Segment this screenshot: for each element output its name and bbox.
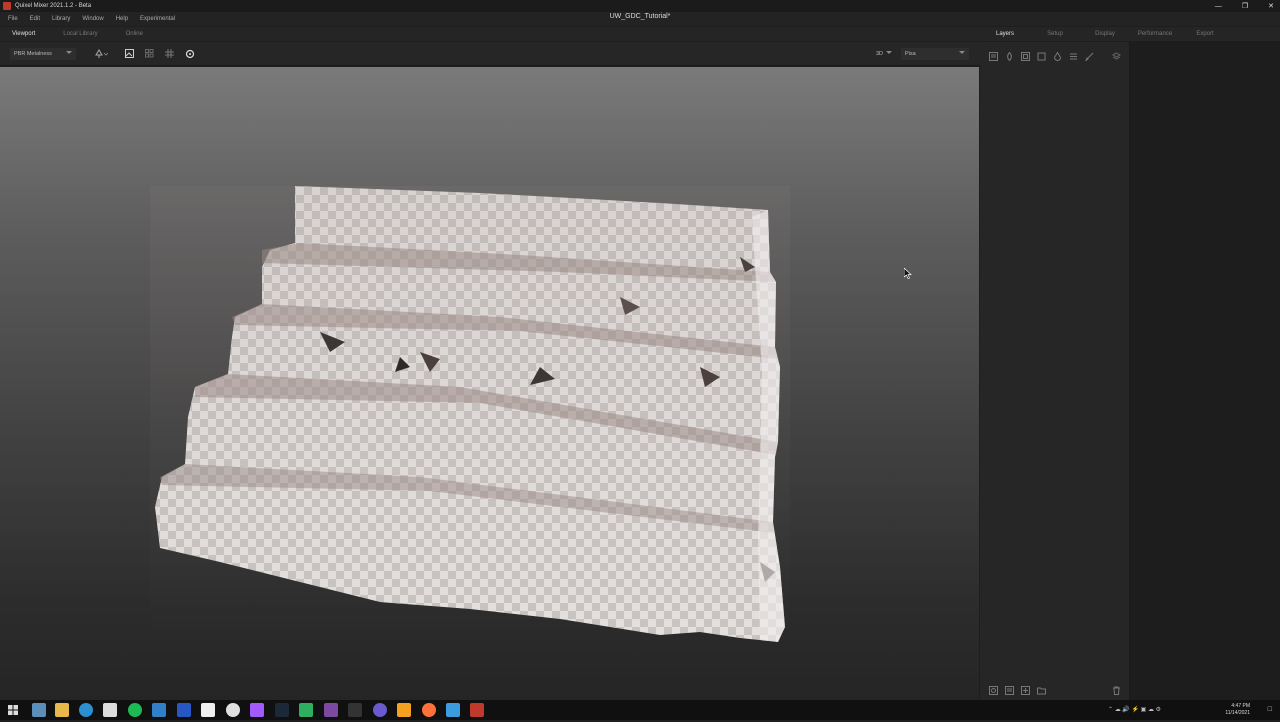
menu-experimental[interactable]: Experimental [140, 16, 175, 22]
edge-icon[interactable] [79, 703, 93, 717]
cursor-arrow-icon [903, 267, 912, 279]
menu-bar: File Edit Library Window Help Experiment… [0, 12, 1280, 26]
shading-mode-value: PBR Metalness [14, 51, 52, 57]
grid-2x2-icon [145, 49, 154, 58]
tab-online[interactable]: Online [126, 31, 143, 37]
bitwarden-icon[interactable] [177, 703, 191, 717]
system-tray-icons[interactable]: ⌃ ☁ 🔊 ⚡ ▣ ☁ ⚙ [1108, 700, 1218, 720]
brush-icon[interactable] [1084, 48, 1094, 62]
grid-small-button[interactable] [144, 48, 155, 59]
quixel-mixer-icon[interactable] [470, 703, 484, 717]
close-icon[interactable]: ✕ [1268, 2, 1274, 10]
add-mask-icon[interactable] [989, 682, 998, 695]
image-view-button[interactable] [124, 48, 135, 59]
tab-setup[interactable]: Setup [1030, 31, 1080, 37]
blender-icon[interactable] [397, 703, 411, 717]
minimize-icon[interactable]: — [1215, 3, 1222, 10]
app-logo-icon [3, 2, 11, 10]
mouse-cursor [903, 266, 912, 284]
notification-icon[interactable]: □ [1258, 700, 1272, 720]
environment-select[interactable]: Pisa [901, 48, 969, 60]
layers-panel [980, 42, 1130, 700]
stairs-mesh-render [150, 186, 790, 646]
duplicate-layer-icon[interactable] [1021, 682, 1030, 695]
vscode-icon[interactable] [152, 703, 166, 717]
view-mode-value: 3D [876, 51, 884, 57]
file-explorer-icon[interactable] [55, 703, 69, 717]
tab-layers[interactable]: Layers [980, 31, 1030, 37]
store-icon[interactable] [103, 703, 117, 717]
layers-icon[interactable] [1111, 48, 1122, 60]
view-mode-select[interactable]: 3D [872, 48, 894, 60]
camera-mode-button[interactable] [92, 48, 110, 59]
clock-time: 4:47 PM [1231, 703, 1250, 709]
visual-studio-icon[interactable] [324, 703, 338, 717]
environment-value: Pisa [905, 51, 916, 57]
main-tabs: Viewport Local Library Online [0, 27, 980, 41]
title-bar: Quixel Mixer 2021.1.2 - Beta — ❐ ✕ [0, 0, 1280, 12]
figma-icon[interactable] [250, 703, 264, 717]
3d-viewport[interactable] [0, 67, 979, 700]
grid-large-button[interactable] [164, 48, 175, 59]
menu-file[interactable]: File [8, 16, 18, 22]
trash-icon[interactable] [1112, 682, 1121, 695]
add-mask-stack-icon[interactable] [1005, 682, 1014, 695]
add-fill-layer-icon[interactable] [1021, 48, 1030, 61]
menu-window[interactable]: Window [82, 16, 103, 22]
windows-taskbar [0, 700, 1280, 720]
tab-performance[interactable]: Performance [1130, 31, 1180, 37]
window-controls: — ❐ ✕ [1215, 0, 1274, 12]
folder-icon[interactable] [1037, 682, 1046, 695]
tree-icon [95, 48, 108, 58]
grid-3x3-icon [165, 49, 174, 58]
app-title: Quixel Mixer 2021.1.2 - Beta [15, 3, 92, 9]
spotify-icon[interactable] [128, 703, 142, 717]
chevron-down-icon [886, 51, 892, 54]
chrome-icon[interactable] [226, 703, 240, 717]
app-icon-dark[interactable] [348, 703, 362, 717]
menu-edit[interactable]: Edit [30, 16, 40, 22]
target-icon [185, 49, 194, 58]
clock-date: 11/14/2021 [1225, 710, 1250, 716]
add-smart-material-icon[interactable] [1053, 48, 1062, 61]
chevron-down-icon [66, 51, 72, 54]
task-view-icon[interactable] [32, 703, 46, 717]
clock[interactable]: 4:47 PM 11/14/2021 [1212, 700, 1250, 720]
add-paint-layer-icon[interactable] [1005, 48, 1014, 62]
firefox-icon[interactable] [422, 703, 436, 717]
menu-library[interactable]: Library [52, 16, 70, 22]
shading-mode-select[interactable]: PBR Metalness [10, 48, 76, 60]
tab-display[interactable]: Display [1080, 31, 1130, 37]
steam-icon[interactable] [275, 703, 289, 717]
chevron-down-icon [959, 51, 965, 54]
app-icon-purple[interactable] [373, 703, 387, 717]
app-icon-green[interactable] [299, 703, 313, 717]
layer-stack-icon[interactable] [1069, 48, 1078, 60]
menu-help[interactable]: Help [116, 16, 128, 22]
tab-local-library[interactable]: Local Library [63, 31, 97, 37]
tab-export[interactable]: Export [1180, 31, 1230, 37]
notion-icon[interactable] [201, 703, 215, 717]
add-surface-layer-icon[interactable] [989, 48, 998, 61]
add-solid-layer-icon[interactable] [1037, 48, 1046, 61]
restore-icon[interactable]: ❐ [1242, 2, 1248, 10]
focus-button[interactable] [184, 48, 195, 59]
windows-start-icon[interactable] [6, 703, 20, 717]
right-tabs: Layers Setup Display Performance Export [980, 27, 1280, 41]
tab-viewport[interactable]: Viewport [12, 31, 35, 37]
photos-icon[interactable] [446, 703, 460, 717]
image-icon [125, 49, 134, 58]
